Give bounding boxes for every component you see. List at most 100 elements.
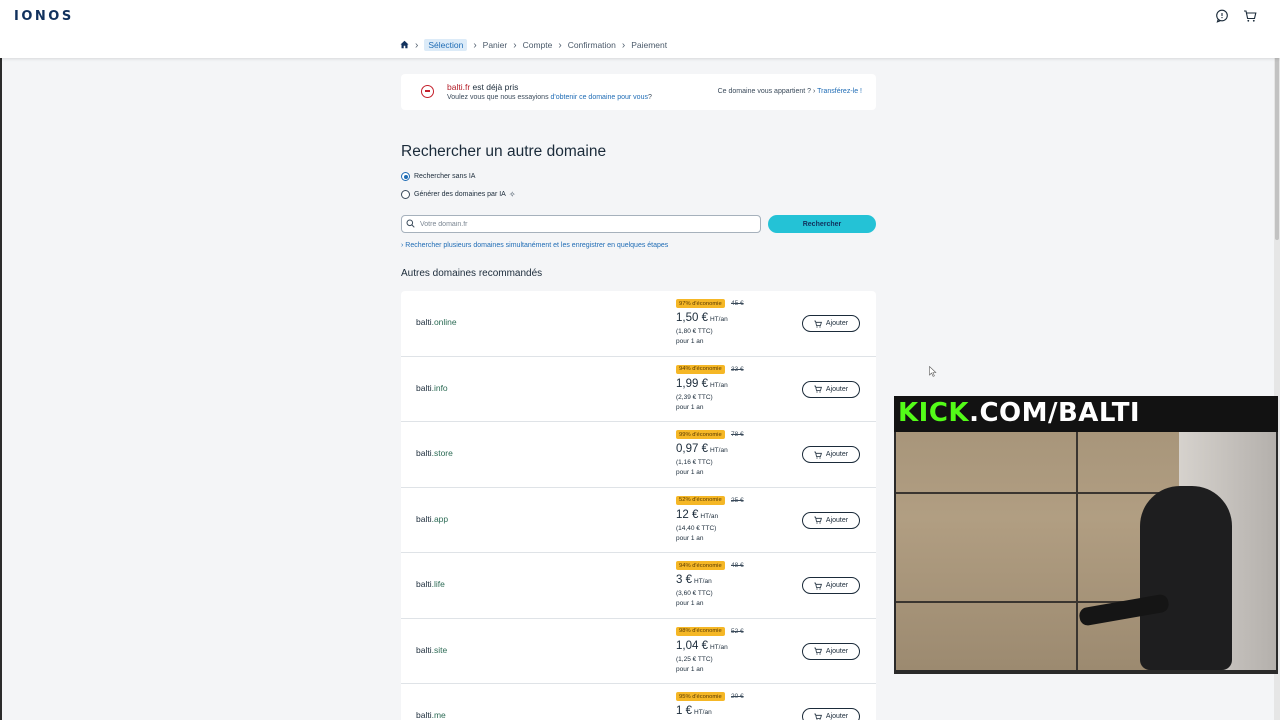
- chevron-right-icon: ›: [415, 39, 419, 51]
- price-period: pour 1 an: [676, 403, 704, 411]
- domain-tld: .site: [431, 644, 448, 655]
- price-period: pour 1 an: [676, 534, 704, 542]
- cart-icon: [814, 385, 822, 393]
- alert-question: Voulez vous que nous essayions d'obtenir…: [447, 94, 652, 101]
- add-to-cart-button[interactable]: Ajouter: [802, 642, 860, 660]
- breadcrumb-step-panier[interactable]: Panier: [483, 40, 508, 50]
- radio-unchecked[interactable]: [401, 190, 410, 199]
- price: 1,99 € HT/an: [676, 378, 728, 390]
- recommendations-heading: Autres domaines recommandés: [401, 268, 543, 279]
- domain-offer-row: balti.life 94% d'économie 48 € 3 € HT/an (3,6…: [401, 553, 876, 619]
- add-to-cart-button[interactable]: Ajouter: [802, 577, 860, 594]
- domain-name: balti.site: [416, 645, 447, 655]
- price-unit: HT/an: [694, 578, 712, 585]
- radio-search-without-ai[interactable]: Rechercher sans IA: [401, 172, 475, 181]
- domain-tld: .me: [431, 710, 446, 720]
- price-unit: HT/an: [694, 709, 712, 716]
- price-period: pour 1 an: [676, 600, 704, 607]
- price-ttc: (3,60 € TTC): [676, 590, 713, 597]
- add-button-label: Ajouter: [825, 713, 849, 720]
- radio-generate-with-ai[interactable]: Générer des domaines par IA ✧: [401, 190, 516, 199]
- add-button-label: Ajouter: [825, 320, 849, 327]
- domain-offer-row: balti.info 94% d'économie 33 €1,99 € HT/an(…: [401, 356, 876, 422]
- price-period: pour 1 an: [676, 338, 704, 345]
- search-button[interactable]: Rechercher: [768, 215, 876, 233]
- domain-label: balti: [416, 513, 432, 524]
- breadcrumb-step-confirmation[interactable]: Confirmation: [568, 40, 616, 50]
- ionos-logo[interactable]: IONOS: [14, 9, 74, 24]
- recommended-domains-list: balti.online 97% d'économie 45 €1,50 € HT/a…: [401, 291, 876, 720]
- home-icon[interactable]: [400, 40, 409, 51]
- domain-label: balti: [416, 448, 432, 458]
- price-ttc: (1,80 € TTC): [676, 328, 713, 335]
- price-ttc: (1,16 € TTC): [676, 459, 713, 466]
- alert-title-suffix: est déjà pris: [470, 82, 519, 92]
- domain-label: balti: [416, 579, 432, 589]
- price-ttc: (1,25 € TTC): [676, 655, 713, 663]
- webcam-feed: [896, 416, 1276, 670]
- ai-sparkle-icon: ✧: [508, 190, 516, 199]
- cart-icon: [814, 647, 822, 655]
- discount-badge: 98% d'économie: [676, 626, 725, 636]
- old-price: 20 €: [731, 693, 744, 700]
- add-to-cart-button[interactable]: Ajouter: [802, 380, 860, 398]
- domain-search-field[interactable]: [401, 215, 761, 233]
- price-ttc: (2,39 € TTC): [676, 393, 713, 401]
- old-price: 78 €: [731, 431, 744, 438]
- domain-label: balti: [416, 644, 432, 655]
- bulk-search-link[interactable]: › Rechercher plusieurs domaines simultan…: [401, 242, 668, 249]
- price-ttc: (14,40 € TTC): [676, 524, 717, 532]
- add-to-cart-button[interactable]: Ajouter: [802, 315, 860, 332]
- domain-name: balti.online: [416, 317, 457, 327]
- add-button-label: Ajouter: [825, 582, 849, 589]
- add-button-label: Ajouter: [825, 451, 849, 458]
- domain-offer-row: balti.me 95% d'économie 20 € 1 € HT/an Ajoute…: [401, 684, 876, 720]
- stream-channel: .COM/BALTI: [969, 398, 1141, 428]
- price: 3 € HT/an: [676, 574, 712, 586]
- old-price: 33 €: [731, 365, 744, 373]
- domain-offer-row: balti.online 97% d'économie 45 €1,50 € HT/a…: [401, 291, 876, 357]
- add-button-label: Ajouter: [825, 647, 849, 655]
- webcam-overlay: KICK.COM/BALTI: [894, 396, 1278, 674]
- obtain-domain-link[interactable]: d'obtenir ce domaine pour vous: [551, 94, 648, 101]
- top-navigation-bar: IONOS › Sélection › Panier › Compte › Co…: [0, 0, 1280, 58]
- price-value: 3 €: [676, 574, 692, 586]
- price: 12 € HT/an: [676, 509, 718, 521]
- transfer-domain-prompt: Ce domaine vous appartient ? › Transfére…: [717, 88, 862, 95]
- breadcrumb-step-compte[interactable]: Compte: [523, 40, 553, 50]
- window-edge: [0, 0, 2, 720]
- price-period: pour 1 an: [676, 469, 704, 476]
- owner-question: Ce domaine vous appartient ?: [717, 88, 813, 95]
- domain-name: balti.me: [416, 710, 446, 720]
- domain-label: balti: [416, 382, 432, 393]
- breadcrumb-step-selection[interactable]: Sélection: [424, 39, 468, 51]
- alert-question-end: ?: [647, 94, 652, 101]
- price-value: 1 €: [676, 705, 692, 717]
- domain-label: balti: [416, 317, 432, 327]
- domain-tld: .online: [431, 317, 457, 327]
- price: 1,04 € HT/an: [676, 640, 728, 652]
- transfer-domain-link[interactable]: Transférez-le !: [817, 88, 862, 95]
- domain-offer-row: balti.store 99% d'économie 78 €0,97 € HT/an…: [401, 422, 876, 488]
- add-to-cart-button[interactable]: Ajouter: [802, 446, 860, 463]
- wall-panel-line: [896, 492, 1179, 494]
- breadcrumb-step-paiement[interactable]: Paiement: [631, 40, 667, 50]
- domain-search-input[interactable]: [420, 220, 750, 228]
- radio-checked[interactable]: [401, 172, 410, 181]
- price-value: 1,04 €: [676, 639, 708, 652]
- discount-badge: 94% d'économie: [676, 561, 725, 570]
- cart-icon[interactable]: [1242, 8, 1258, 24]
- discount-badge: 99% d'économie: [676, 430, 725, 439]
- price: 1 € HT/an: [676, 705, 712, 717]
- add-to-cart-button[interactable]: Ajouter: [802, 708, 860, 720]
- mouse-cursor-icon: [929, 366, 937, 377]
- domain-tld: .info: [431, 382, 448, 393]
- chat-icon[interactable]: [1214, 8, 1230, 24]
- kick-brand: KICK: [898, 398, 970, 428]
- price-unit: HT/an: [709, 447, 728, 454]
- gaming-chair: [1140, 486, 1232, 670]
- price: 1,50 € HT/an: [676, 312, 728, 324]
- add-to-cart-button[interactable]: Ajouter: [802, 511, 860, 529]
- price-value: 1,50 €: [676, 312, 708, 324]
- price-value: 1,99 €: [676, 377, 708, 390]
